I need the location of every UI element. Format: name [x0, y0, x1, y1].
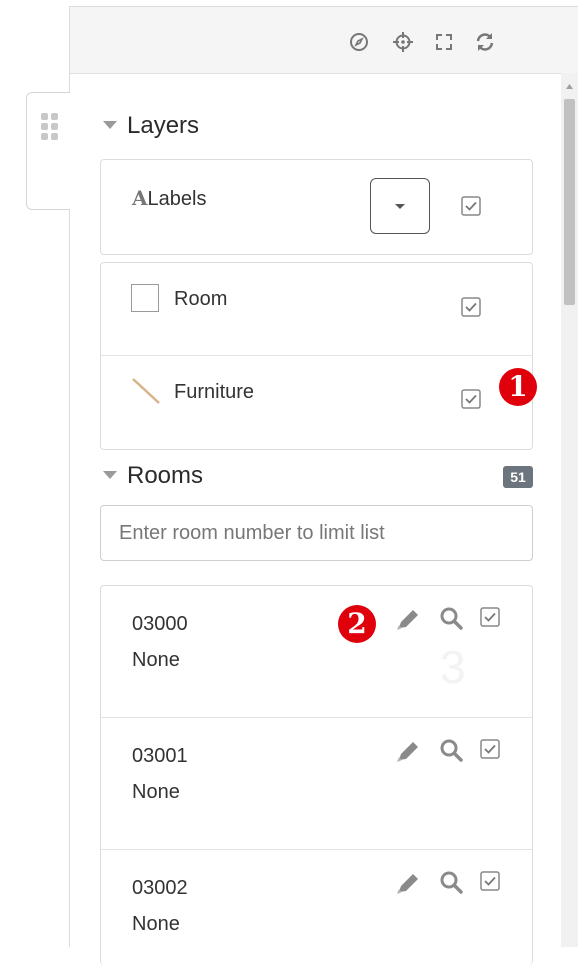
room-number: 03000 — [132, 613, 188, 635]
fullscreen-icon[interactable] — [433, 31, 455, 53]
room-layer-label: Room — [174, 288, 228, 310]
sidebar-scrollbar[interactable] — [561, 73, 578, 947]
rooms-title: Rooms — [127, 462, 204, 489]
room-visible-checkbox[interactable] — [479, 606, 501, 628]
rooms-list — [100, 585, 533, 965]
divider — [100, 849, 533, 850]
room-number: 03001 — [132, 745, 188, 767]
refresh-icon[interactable] — [474, 31, 496, 53]
caret-down-icon — [395, 204, 405, 209]
room-number: 03002 — [132, 877, 188, 899]
panel-drag-handle[interactable] — [26, 92, 70, 210]
rooms-section-toggle[interactable]: Rooms — [103, 462, 203, 490]
compass-icon[interactable] — [348, 31, 370, 53]
layers-title: Layers — [127, 112, 200, 139]
pencil-icon[interactable] — [396, 607, 422, 631]
room-visible-checkbox[interactable] — [479, 738, 501, 760]
moon-icon[interactable] — [514, 31, 536, 53]
feature-layers-card — [100, 262, 533, 450]
pencil-icon[interactable] — [396, 871, 422, 895]
furniture-swatch-icon — [131, 377, 161, 405]
crosshair-icon[interactable] — [392, 31, 414, 53]
labels-layer-name: ALabels — [132, 186, 207, 210]
map-toolbar — [70, 7, 578, 74]
room-layer-checkbox[interactable] — [460, 296, 482, 318]
ghost-marker-3: 3 — [440, 641, 466, 693]
divider — [100, 717, 533, 718]
annotation-marker-2: 2 — [338, 605, 376, 643]
room-type: None — [132, 913, 180, 935]
scroll-thumb[interactable] — [564, 99, 575, 305]
search-icon[interactable] — [439, 738, 465, 764]
room-type: None — [132, 781, 180, 803]
labels-layer-checkbox[interactable] — [460, 195, 482, 217]
divider — [100, 355, 533, 356]
room-type: None — [132, 649, 180, 671]
text-label-icon: A — [132, 186, 148, 210]
layers-section-toggle[interactable]: Layers — [103, 112, 199, 140]
labels-dropdown-button[interactable] — [370, 178, 430, 234]
grip-icon — [41, 113, 58, 140]
search-icon[interactable] — [439, 606, 465, 632]
furniture-layer-label: Furniture — [174, 381, 255, 403]
annotation-marker-1: 1 — [499, 368, 537, 406]
caret-down-icon — [103, 470, 117, 479]
pencil-icon[interactable] — [396, 739, 422, 763]
room-visible-checkbox[interactable] — [479, 870, 501, 892]
scroll-up-arrow[interactable] — [561, 73, 578, 99]
room-swatch-icon — [131, 284, 159, 312]
caret-down-icon — [103, 120, 117, 129]
rooms-count-badge: 51 — [503, 466, 533, 488]
room-search-input[interactable] — [100, 505, 533, 561]
search-icon[interactable] — [439, 870, 465, 896]
furniture-layer-checkbox[interactable] — [460, 388, 482, 410]
